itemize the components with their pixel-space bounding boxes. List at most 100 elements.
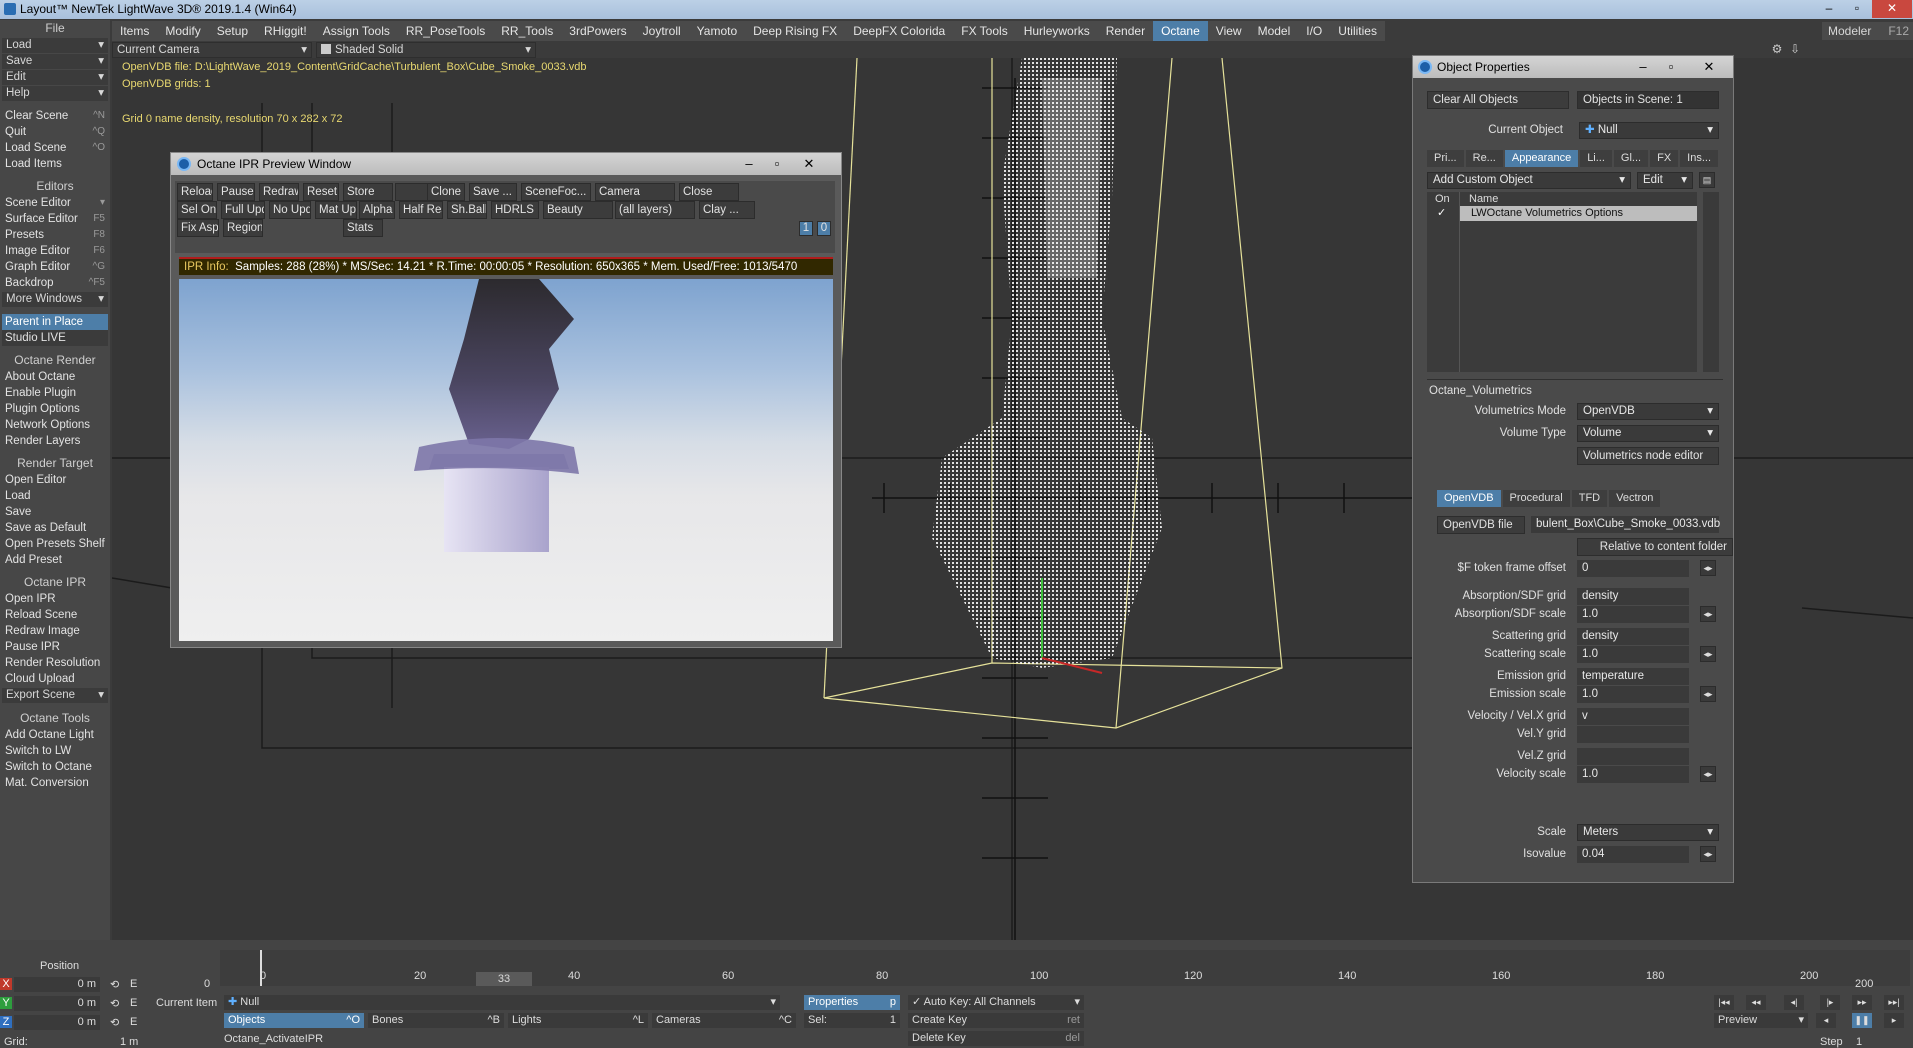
menu-tab-utilities[interactable]: Utilities [1330, 21, 1385, 41]
ipr-render-image[interactable] [179, 279, 833, 641]
ipr-no-upd-button[interactable]: No Upd. [269, 201, 311, 219]
step-value[interactable]: 1 [1856, 1036, 1862, 1048]
axis-x-field[interactable]: 0 m [14, 977, 100, 992]
emission-grid-field[interactable]: temperature [1577, 668, 1689, 685]
menu-tab-deepfx-colorida[interactable]: DeepFX Colorida [845, 21, 953, 41]
volume-type-select[interactable]: Volume ▾ [1577, 425, 1719, 442]
more-windows-menu[interactable]: More Windows ▾ [2, 292, 108, 307]
tab-ins[interactable]: Ins... [1680, 150, 1718, 167]
shading-select[interactable]: Shaded Solid ▾ [316, 42, 536, 58]
menu-tab-hurleyworks[interactable]: Hurleyworks [1016, 21, 1098, 41]
preview-select[interactable]: Preview ▾ [1714, 1013, 1808, 1028]
op-minimize-button[interactable]: – [1629, 57, 1657, 77]
edit-select[interactable]: Edit ▾ [1637, 172, 1693, 189]
ipr-fix-asp-button[interactable]: Fix Asp. [177, 219, 219, 237]
objects-button[interactable]: Objects ^O [224, 1013, 364, 1028]
openvdb-file-button[interactable]: OpenVDB file [1437, 516, 1525, 534]
ipr-title-bar[interactable]: Octane IPR Preview Window – ▫ ✕ [171, 153, 841, 175]
envelope-icon[interactable]: E [130, 1016, 137, 1028]
openvdb-file-field[interactable]: bulent_Box\Cube_Smoke_0033.vdb [1531, 516, 1720, 533]
sidebar-item-load-items[interactable]: Load Items [2, 156, 108, 172]
sidebar-item-add-preset[interactable]: Add Preset [2, 552, 108, 568]
vel-y-grid-field[interactable] [1577, 726, 1689, 743]
menu-tab-octane[interactable]: Octane [1153, 21, 1208, 41]
menu-tab-yamoto[interactable]: Yamoto [689, 21, 745, 41]
ipr-alpha-button[interactable]: Alpha [359, 201, 395, 219]
f-token-frame-offset-field[interactable]: 0 [1577, 560, 1689, 577]
envelope-icon[interactable]: E [130, 978, 137, 990]
sidebar-item-load[interactable]: Load [2, 488, 108, 504]
menu-tab-model[interactable]: Model [1250, 21, 1299, 41]
sidebar-item-backdrop[interactable]: Backdrop ^F5 [2, 275, 108, 291]
volumetrics-node-editor-button[interactable]: Volumetrics node editor [1577, 447, 1719, 465]
step-back-icon[interactable]: ◂| [1784, 995, 1804, 1010]
sidebar-item-save-as-default[interactable]: Save as Default [2, 520, 108, 536]
playhead[interactable] [260, 950, 262, 986]
properties-button[interactable]: Properties p [804, 995, 900, 1010]
cameras-button[interactable]: Cameras ^C [652, 1013, 796, 1028]
menu-tab-setup[interactable]: Setup [209, 21, 256, 41]
f-token-frame-offset-stepper[interactable]: ◂▸ [1700, 560, 1716, 576]
ipr-save-button[interactable]: Save ... [469, 183, 517, 201]
menu-tab-joytroll[interactable]: Joytroll [635, 21, 689, 41]
create-key-button[interactable]: Create Key ret [908, 1013, 1084, 1028]
menu-tab-view[interactable]: View [1208, 21, 1250, 41]
isovalue-field[interactable]: 0.04 [1577, 846, 1689, 863]
vel-z-grid-field[interactable] [1577, 748, 1689, 765]
menu-tab-deep-rising-fx[interactable]: Deep Rising FX [745, 21, 845, 41]
scattering-grid-field[interactable]: density [1577, 628, 1689, 645]
close-button[interactable]: ✕ [1872, 0, 1912, 18]
absorption-sdf-scale-stepper[interactable]: ◂▸ [1700, 606, 1716, 622]
sidebar-item-open-ipr[interactable]: Open IPR [2, 591, 108, 607]
op-close-button[interactable]: ✕ [1695, 57, 1723, 77]
menu-tab-rr-tools[interactable]: RR_Tools [493, 21, 561, 41]
sidebar-item-render-layers[interactable]: Render Layers [2, 433, 108, 449]
sidebar-item-open-presets-shelf[interactable]: Open Presets Shelf [2, 536, 108, 552]
modeler-button[interactable]: Modeler F12 [1822, 22, 1913, 40]
minimize-button[interactable]: – [1815, 0, 1843, 18]
velocity-vel-x-grid-field[interactable]: v [1577, 708, 1689, 725]
lights-button[interactable]: Lights ^L [508, 1013, 648, 1028]
emission-scale-field[interactable]: 1.0 [1577, 686, 1689, 703]
sidebar-item-image-editor[interactable]: Image Editor F6 [2, 243, 108, 259]
ipr-pause-button[interactable]: Pause [217, 183, 255, 201]
go-to-start-icon[interactable]: |◂◂ [1714, 995, 1734, 1010]
sidebar-item-enable-plugin[interactable]: Enable Plugin [2, 385, 108, 401]
pause-icon[interactable]: ❚❚ [1852, 1013, 1872, 1028]
next-key-icon[interactable]: ▸▸ [1852, 995, 1872, 1010]
previous-key-icon[interactable]: ◂◂ [1746, 995, 1766, 1010]
ipr-clay-button[interactable]: Clay ... [699, 201, 755, 219]
lock-icon[interactable]: ⟲ [110, 978, 119, 991]
end-frame[interactable]: 200 [1855, 978, 1873, 990]
axis-z-field[interactable]: 0 m [14, 1015, 100, 1030]
emission-scale-stepper[interactable]: ◂▸ [1700, 686, 1716, 702]
ipr-counter[interactable]: 1 [799, 221, 813, 236]
sidebar-item-clear-scene[interactable]: Clear Scene ^N [2, 108, 108, 124]
subtab-openvdb[interactable]: OpenVDB [1437, 490, 1501, 507]
menu-tab-assign-tools[interactable]: Assign Tools [315, 21, 398, 41]
load-menu[interactable]: Load ▾ [2, 38, 108, 53]
camera-select[interactable]: Current Camera ▾ [112, 42, 312, 58]
tab-appearance[interactable]: Appearance [1504, 150, 1579, 167]
lock-icon[interactable]: ⟲ [110, 997, 119, 1010]
absorption-sdf-scale-field[interactable]: 1.0 [1577, 606, 1689, 623]
list-item[interactable]: ✓ LWOctane Volumetrics Options [1437, 206, 1697, 221]
sidebar-item-reload-scene[interactable]: Reload Scene [2, 607, 108, 623]
save-view-icon[interactable]: ⇩ [1788, 42, 1802, 56]
ipr-store-button[interactable]: Store [343, 183, 393, 201]
ipr-scenefoc-button[interactable]: SceneFoc... [521, 183, 591, 201]
export-scene-menu[interactable]: Export Scene ▾ [2, 688, 108, 703]
sidebar-item-scene-editor[interactable]: Scene Editor ▾ [2, 195, 108, 211]
gear-icon[interactable]: ⚙ [1770, 42, 1784, 56]
ipr-reset-button[interactable]: Reset [303, 183, 339, 201]
ipr-stats-button[interactable]: Stats [343, 219, 383, 237]
ipr-counter[interactable]: 0 [817, 221, 831, 236]
sidebar-item-open-editor[interactable]: Open Editor [2, 472, 108, 488]
menu-tab-rhiggit[interactable]: RHiggit! [256, 21, 315, 41]
clipboard-icon[interactable]: ▤ [1699, 172, 1715, 188]
velocity-scale-stepper[interactable]: ◂▸ [1700, 766, 1716, 782]
ipr-close-button[interactable]: ✕ [795, 154, 823, 174]
absorption-sdf-grid-field[interactable]: density [1577, 588, 1689, 605]
sidebar-item-about-octane[interactable]: About Octane [2, 369, 108, 385]
sidebar-item-save[interactable]: Save [2, 504, 108, 520]
